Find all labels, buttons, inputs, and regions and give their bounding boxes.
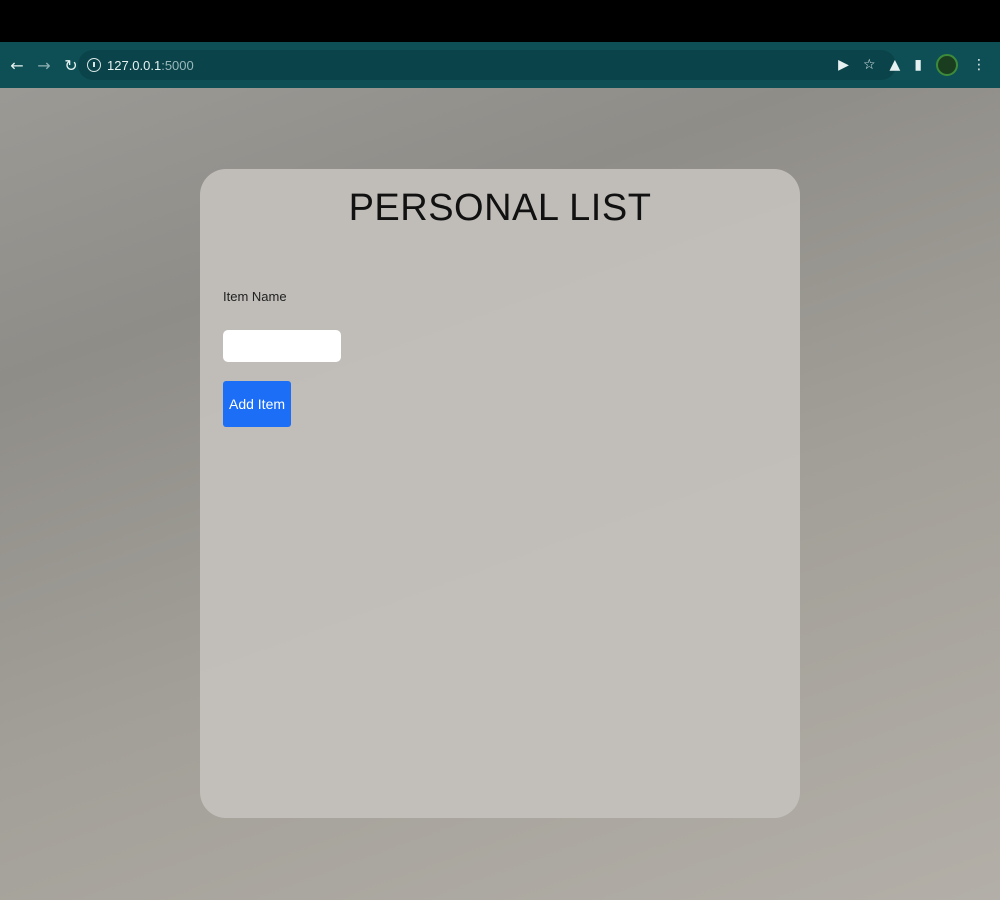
info-icon[interactable]	[87, 58, 101, 72]
add-item-button[interactable]: Add Item	[223, 381, 291, 427]
forward-arrow-icon[interactable]: →	[34, 55, 54, 75]
star-icon[interactable]: ☆	[863, 57, 876, 73]
url-text[interactable]: 127.0.0.1:5000	[107, 58, 194, 73]
tab-icon[interactable]: ▮	[914, 57, 922, 73]
extensions-icon[interactable]: ▲	[890, 57, 901, 73]
back-arrow-icon[interactable]: ←	[7, 55, 27, 75]
profile-avatar[interactable]	[936, 54, 958, 76]
url-host: 127.0.0.1	[107, 57, 162, 73]
page-title: PERSONAL LIST	[348, 187, 652, 229]
toolbar-actions: ▶ ☆ ▲ ▮ ⋮	[838, 42, 1000, 88]
more-icon[interactable]: ⋮	[972, 57, 986, 73]
top-black-bar	[0, 0, 1000, 42]
url-port: :5000	[161, 57, 194, 73]
address-bar[interactable]: 127.0.0.1:5000	[78, 50, 896, 80]
browser-toolbar: ← → ↻ 127.0.0.1:5000 ▶ ☆ ▲ ▮ ⋮	[0, 42, 1000, 88]
item-name-input[interactable]	[223, 330, 341, 362]
item-name-label: Item Name	[223, 289, 287, 304]
cast-icon[interactable]: ▶	[838, 57, 849, 73]
personal-list-card: PERSONAL LIST Item Name Add Item	[200, 169, 800, 818]
